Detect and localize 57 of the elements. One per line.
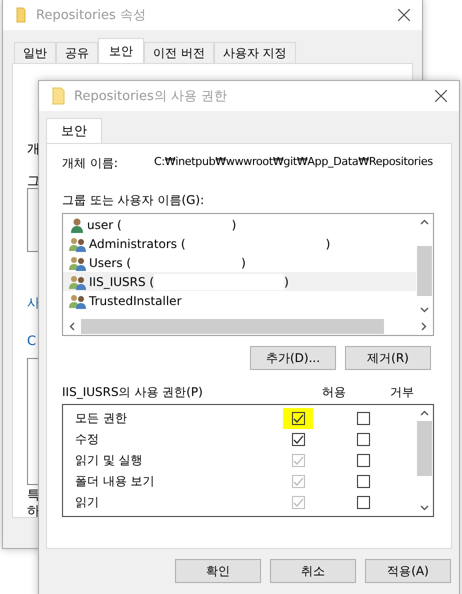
deny-checkbox[interactable] bbox=[356, 433, 370, 446]
group-label: 그룹 또는 사용자 이름(G): bbox=[62, 192, 206, 209]
label: 사 bbox=[27, 295, 40, 312]
deny-checkbox[interactable] bbox=[356, 412, 370, 425]
label: 하 bbox=[27, 503, 40, 520]
principal-row[interactable]: Users ( ) bbox=[63, 253, 416, 272]
close-icon[interactable] bbox=[435, 90, 447, 102]
folder-icon bbox=[16, 7, 28, 23]
tab[interactable]: 사용자 지정 bbox=[214, 42, 296, 63]
tab[interactable]: 이전 버전 bbox=[144, 42, 214, 63]
allow-header: 허용 bbox=[321, 384, 347, 401]
object-name-label: 개체 이름: bbox=[62, 155, 119, 172]
object-path: C:₩inetpub₩wwwroot₩git₩App_Data₩Repositories bbox=[154, 155, 433, 170]
permission-name: 폴더 내용 보기 bbox=[74, 473, 156, 490]
tab[interactable]: 보안 bbox=[98, 38, 144, 63]
deny-checkbox[interactable] bbox=[356, 475, 370, 488]
scroll-up-icon[interactable] bbox=[420, 410, 429, 416]
user-icon bbox=[69, 216, 85, 232]
close-icon[interactable] bbox=[398, 9, 410, 21]
folder-icon bbox=[52, 87, 66, 105]
tab[interactable]: 공유 bbox=[56, 42, 98, 63]
scroll-up-icon[interactable] bbox=[420, 219, 429, 225]
users-icon bbox=[69, 254, 87, 270]
tab[interactable]: 일반 bbox=[14, 42, 56, 63]
window-title: Repositories의 사용 권한 bbox=[74, 88, 228, 105]
permissions-label: IIS_IUSRS의 사용 권한(P) bbox=[62, 384, 204, 401]
principal-row[interactable]: Administrators ( ) bbox=[63, 234, 416, 253]
deny-checkbox[interactable] bbox=[356, 454, 370, 467]
permission-name: 모든 권한 bbox=[74, 410, 128, 427]
principal-row[interactable]: IIS_IUSRS ( ) bbox=[63, 272, 416, 291]
label: 그 bbox=[27, 173, 40, 190]
permission-name: 수정 bbox=[74, 431, 100, 448]
scroll-down-icon[interactable] bbox=[420, 307, 429, 313]
tab[interactable]: 보안 bbox=[46, 118, 102, 143]
principal-row[interactable]: TrustedInstaller bbox=[63, 291, 416, 310]
allow-checkbox[interactable] bbox=[292, 433, 304, 446]
deny-header: 거부 bbox=[389, 384, 415, 401]
label: C bbox=[27, 334, 36, 349]
dialog-button[interactable]: 적용(A) bbox=[365, 559, 451, 583]
users-icon bbox=[69, 292, 87, 308]
label: 특 bbox=[27, 487, 40, 504]
scroll-right-icon[interactable] bbox=[421, 322, 427, 331]
scroll-down-icon[interactable] bbox=[420, 505, 429, 511]
allow-checkbox[interactable] bbox=[292, 412, 304, 425]
window-title: Repositories 속성 bbox=[36, 7, 146, 24]
permission-name: 읽기 bbox=[74, 494, 100, 511]
users-icon bbox=[69, 236, 87, 252]
dialog-button[interactable]: 취소 bbox=[270, 559, 356, 583]
label: 개 bbox=[27, 141, 40, 158]
scroll-left-icon[interactable] bbox=[69, 322, 75, 331]
users-icon bbox=[69, 274, 87, 290]
permission-name: 읽기 및 실행 bbox=[74, 452, 144, 469]
principal-row[interactable]: user ( ) bbox=[63, 215, 416, 234]
deny-checkbox[interactable] bbox=[356, 496, 370, 509]
add-button[interactable]: 추가(D)... bbox=[250, 346, 336, 370]
remove-button[interactable]: 제거(R) bbox=[345, 346, 431, 370]
dialog-button[interactable]: 확인 bbox=[175, 559, 261, 583]
